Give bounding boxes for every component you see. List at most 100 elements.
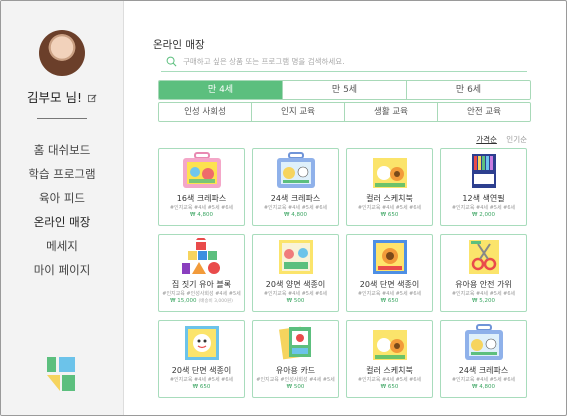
product-image[interactable] — [367, 152, 413, 190]
product-image[interactable] — [461, 324, 507, 362]
product-tags: #인지교육 #4세 #5세 #6세 — [169, 205, 234, 211]
category-tab-4[interactable]: 안전 교육 — [437, 103, 530, 121]
age-tabs: 만 4세 만 5세 만 6세 — [158, 80, 531, 100]
product-image[interactable] — [367, 238, 413, 276]
product-name: 유아용 카드 — [275, 366, 316, 375]
product-price: ₩ 650 — [380, 298, 399, 304]
product-image[interactable] — [461, 238, 507, 276]
product-tags: #인지교육 #4세 #5세 #6세 — [357, 291, 422, 297]
product-card[interactable]: 24색 크레파스 #인지교육 #4세 #5세 #6세 ₩ 4,800 — [252, 148, 339, 226]
category-tab-1[interactable]: 인성 사회성 — [159, 103, 251, 121]
product-price: ₩ 4,800 — [472, 384, 495, 390]
product-image[interactable] — [179, 152, 225, 190]
username-label: 김부모 님! — [27, 90, 82, 105]
product-price-row: ₩ 2,000 — [441, 212, 526, 218]
product-image[interactable] — [367, 324, 413, 362]
search-input[interactable] — [183, 55, 513, 68]
sidebar-divider — [37, 118, 87, 119]
product-image[interactable] — [273, 324, 319, 362]
brand-logo-icon — [47, 357, 75, 391]
product-card[interactable]: 컬러 스케치북 #인지교육 #4세 #5세 #6세 ₩ 650 — [346, 148, 433, 226]
product-tags: #인지교육 #4세 #5세 #6세 — [451, 291, 516, 297]
sidebar-item-2[interactable]: 학습 프로그램 — [1, 163, 123, 187]
product-name: 컬러 스케치북 — [366, 194, 413, 203]
product-price-row: ₩ 650 — [347, 212, 432, 218]
product-name: 집 짓기 유아 블록 — [171, 280, 232, 289]
sidebar-item-4[interactable]: 온라인 매장 — [1, 211, 123, 235]
avatar[interactable] — [39, 30, 85, 76]
product-name: 24색 크레파스 — [458, 366, 509, 375]
product-name: 16색 크레파스 — [176, 194, 227, 203]
product-price: ₩ 2,000 — [472, 212, 495, 218]
product-tags: #인지교육 #4세 #5세 #6세 — [263, 205, 328, 211]
product-price: ₩ 15,000 — [170, 298, 197, 304]
page-title: 온라인 매장 — [153, 39, 205, 51]
product-price-row: ₩ 650 — [347, 384, 432, 390]
product-price: ₩ 4,800 — [190, 212, 213, 218]
sidebar-item-6[interactable]: 마이 페이지 — [1, 259, 123, 283]
product-image[interactable] — [273, 238, 319, 276]
product-name: 컬러 스케치북 — [366, 366, 413, 375]
sidebar-nav: 홈 대쉬보드 학습 프로그램 육아 피드 온라인 매장 메세지 마이 페이지 — [1, 139, 123, 283]
product-price: ₩ 500 — [286, 384, 305, 390]
app-window: 김부모 님! 홈 대쉬보드 학습 프로그램 육아 피드 온라인 매장 메세지 마이 페이지… — [0, 0, 567, 416]
product-price-row: ₩ 500 — [253, 298, 338, 304]
product-price-row: ₩ 15,000 (배송비 3,000원) — [159, 298, 244, 304]
product-card[interactable]: 집 짓기 유아 블록 #인지교육 #인성사회성 #4세 #5세 ₩ 15,000 (배… — [158, 234, 245, 312]
product-tags: #인지교육 #인성사회성 #4세 #5세 — [256, 377, 335, 383]
product-price-row: ₩ 500 — [253, 384, 338, 390]
product-name: 유아용 안전 가위 — [455, 280, 512, 289]
product-image[interactable] — [461, 152, 507, 190]
product-name: 20색 양면 색종이 — [265, 280, 326, 289]
product-price-row: ₩ 650 — [159, 384, 244, 390]
product-card[interactable]: 유아용 카드 #인지교육 #인성사회성 #4세 #5세 ₩ 500 — [252, 320, 339, 398]
product-price-row: ₩ 4,800 — [441, 384, 526, 390]
category-tab-3[interactable]: 생활 교육 — [344, 103, 437, 121]
product-tags: #인지교육 #4세 #5세 #6세 — [169, 377, 234, 383]
main-content: 온라인 매장 만 4세만 5세만 6세 인성 사회성인지 교육생활 교육안전 교… — [123, 1, 566, 415]
sort-options: 가격순 인기순 — [469, 134, 527, 145]
category-tab-2[interactable]: 인지 교육 — [251, 103, 344, 121]
product-card[interactable]: 20색 단면 색종이 #인지교육 #4세 #5세 #6세 ₩ 650 — [346, 234, 433, 312]
sort-popular[interactable]: 인기순 — [506, 135, 527, 144]
product-card[interactable]: 20색 단면 색종이 #인지교육 #4세 #5세 #6세 ₩ 650 — [158, 320, 245, 398]
age-tab-1[interactable]: 만 4세 — [159, 81, 282, 99]
product-price: ₩ 650 — [192, 384, 211, 390]
product-price: ₩ 500 — [286, 298, 305, 304]
product-image[interactable] — [179, 234, 225, 276]
product-price: ₩ 650 — [380, 212, 399, 218]
sidebar: 김부모 님! 홈 대쉬보드 학습 프로그램 육아 피드 온라인 매장 메세지 마이 페이지 — [1, 1, 124, 415]
product-name: 20색 단면 색종이 — [171, 366, 232, 375]
product-tags: #인지교육 #4세 #5세 #6세 — [357, 205, 422, 211]
product-price-row: ₩ 5,200 — [441, 298, 526, 304]
sidebar-item-5[interactable]: 메세지 — [1, 235, 123, 259]
product-price-row: ₩ 650 — [347, 298, 432, 304]
product-price: ₩ 4,800 — [284, 212, 307, 218]
product-card[interactable]: 24색 크레파스 #인지교육 #4세 #5세 #6세 ₩ 4,800 — [440, 320, 527, 398]
sidebar-item-3[interactable]: 육아 피드 — [1, 187, 123, 211]
product-grid: 16색 크레파스 #인지교육 #4세 #5세 #6세 ₩ 4,800 24색 크레파스… — [158, 148, 531, 398]
product-price: ₩ 650 — [380, 384, 399, 390]
product-image[interactable] — [179, 324, 225, 362]
product-image[interactable] — [273, 152, 319, 190]
product-card[interactable]: 16색 크레파스 #인지교육 #4세 #5세 #6세 ₩ 4,800 — [158, 148, 245, 226]
product-name: 12색 색연필 — [462, 194, 505, 203]
age-tab-3[interactable]: 만 6세 — [406, 81, 530, 99]
product-card[interactable]: 12색 색연필 #인지교육 #4세 #5세 #6세 ₩ 2,000 — [440, 148, 527, 226]
product-price-row: ₩ 4,800 — [253, 212, 338, 218]
product-tags: #인지교육 #4세 #5세 #6세 — [451, 377, 516, 383]
search-bar[interactable] — [161, 53, 527, 72]
sidebar-item-1[interactable]: 홈 대쉬보드 — [1, 139, 123, 163]
product-card[interactable]: 유아용 안전 가위 #인지교육 #4세 #5세 #6세 ₩ 5,200 — [440, 234, 527, 312]
product-tags: #인지교육 #4세 #5세 #6세 — [451, 205, 516, 211]
product-card[interactable]: 20색 양면 색종이 #인지교육 #4세 #5세 #6세 ₩ 500 — [252, 234, 339, 312]
edit-icon[interactable] — [88, 94, 97, 103]
age-tab-2[interactable]: 만 5세 — [282, 81, 406, 99]
product-price-row: ₩ 4,800 — [159, 212, 244, 218]
shipping-note: (배송비 3,000원) — [198, 299, 233, 304]
product-tags: #인지교육 #4세 #5세 #6세 — [263, 291, 328, 297]
search-icon — [166, 56, 177, 67]
sort-price[interactable]: 가격순 — [476, 135, 497, 144]
product-card[interactable]: 컬러 스케치북 #인지교육 #4세 #5세 #6세 ₩ 650 — [346, 320, 433, 398]
product-price: ₩ 5,200 — [472, 298, 495, 304]
